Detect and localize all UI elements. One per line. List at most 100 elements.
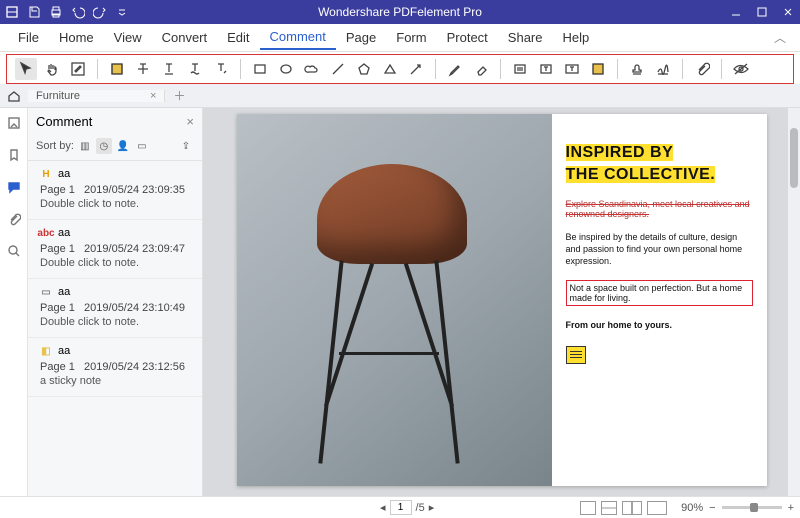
sort-type-icon[interactable]: ▭	[134, 138, 150, 154]
hide-annotations-icon[interactable]	[730, 58, 752, 80]
comment-list: HaaPage 1 2019/05/24 23:09:35Double clic…	[28, 161, 202, 496]
panel-title: Comment	[36, 114, 92, 129]
search-rail-icon[interactable]	[5, 242, 23, 260]
comment-item[interactable]: HaaPage 1 2019/05/24 23:09:35Double clic…	[28, 161, 202, 220]
select-tool-icon[interactable]	[15, 58, 37, 80]
stamp-icon[interactable]	[626, 58, 648, 80]
signature-icon[interactable]	[652, 58, 674, 80]
sort-author-icon[interactable]: 👤	[115, 138, 131, 154]
edit-annotation-icon[interactable]	[67, 58, 89, 80]
signature-line: From our home to yours.	[566, 320, 753, 330]
document-tab-label: Furniture	[36, 90, 80, 102]
sort-page-icon[interactable]: ▥	[77, 138, 93, 154]
continuous-view-icon[interactable]	[601, 501, 617, 515]
rectangle-annotation[interactable]: Not a space built on perfection. But a h…	[566, 280, 753, 306]
comment-ribbon	[6, 54, 794, 84]
export-comments-icon[interactable]: ⇪	[178, 138, 194, 154]
document-viewport[interactable]: INSPIRED BY THE COLLECTIVE. Explore Scan…	[203, 108, 800, 496]
two-page-view-icon[interactable]	[622, 501, 642, 515]
comment-text: Double click to note.	[40, 316, 194, 328]
sticky-note-icon[interactable]	[509, 58, 531, 80]
minimize-button[interactable]	[728, 4, 744, 20]
typewriter-icon[interactable]	[535, 58, 557, 80]
menu-help[interactable]: Help	[553, 26, 600, 49]
strikethrough-icon[interactable]	[132, 58, 154, 80]
save-icon[interactable]	[26, 4, 42, 20]
print-icon[interactable]	[48, 4, 64, 20]
titlebar: Wondershare PDFelement Pro	[0, 0, 800, 24]
underline-icon[interactable]	[158, 58, 180, 80]
page-number-input[interactable]	[390, 500, 412, 515]
textbox-icon[interactable]	[561, 58, 583, 80]
caret-icon[interactable]	[210, 58, 232, 80]
menu-comment[interactable]: Comment	[260, 25, 336, 50]
comment-time: 2019/05/24 23:12:56	[84, 361, 185, 373]
zoom-slider[interactable]	[722, 506, 782, 509]
bookmarks-rail-icon[interactable]	[5, 146, 23, 164]
menu-form[interactable]: Form	[386, 26, 436, 49]
ribbon-collapse-icon[interactable]: ︿	[768, 29, 792, 46]
menu-edit[interactable]: Edit	[217, 26, 259, 49]
cloud-shape-icon[interactable]	[301, 58, 323, 80]
panel-close-icon[interactable]: ×	[186, 114, 194, 129]
next-page-icon[interactable]: ▸	[429, 501, 435, 514]
strikethrough-annotation[interactable]: Explore Scandinavia, meet local creative…	[566, 199, 753, 219]
close-button[interactable]	[780, 4, 796, 20]
undo-icon[interactable]	[70, 4, 86, 20]
new-tab-icon[interactable]: ＋	[165, 87, 193, 104]
zoom-out-icon[interactable]: −	[709, 502, 715, 514]
comment-page: Page 1	[40, 184, 75, 196]
highlight-icon[interactable]	[106, 58, 128, 80]
pdf-page: INSPIRED BY THE COLLECTIVE. Explore Scan…	[237, 114, 767, 486]
menu-convert[interactable]: Convert	[152, 26, 218, 49]
comments-rail-icon[interactable]	[5, 178, 23, 196]
left-rail	[0, 108, 28, 496]
qat-dropdown-icon[interactable]	[114, 4, 130, 20]
eraser-icon[interactable]	[470, 58, 492, 80]
thumbnails-rail-icon[interactable]	[5, 114, 23, 132]
squiggly-icon[interactable]	[184, 58, 206, 80]
prev-page-icon[interactable]: ◂	[380, 501, 386, 514]
arrow-shape-icon[interactable]	[405, 58, 427, 80]
rectangle-shape-icon[interactable]	[249, 58, 271, 80]
sticky-note-annotation[interactable]	[566, 346, 586, 364]
two-page-continuous-icon[interactable]	[647, 501, 667, 515]
menu-home[interactable]: Home	[49, 26, 104, 49]
oval-shape-icon[interactable]	[275, 58, 297, 80]
zoom-slider-handle[interactable]	[750, 503, 758, 512]
comment-time: 2019/05/24 23:10:49	[84, 302, 185, 314]
comment-item[interactable]: abcaaPage 1 2019/05/24 23:09:47Double cl…	[28, 220, 202, 279]
comment-type-icon: abc	[40, 227, 52, 239]
page-navigator: ◂ /5 ▸	[380, 500, 434, 515]
menu-view[interactable]: View	[104, 26, 152, 49]
comment-item[interactable]: ◧aaPage 1 2019/05/24 23:12:56a sticky no…	[28, 338, 202, 397]
comment-page: Page 1	[40, 243, 75, 255]
attachments-rail-icon[interactable]	[5, 210, 23, 228]
connected-lines-icon[interactable]	[379, 58, 401, 80]
comment-item[interactable]: ▭aaPage 1 2019/05/24 23:10:49Double clic…	[28, 279, 202, 338]
vertical-scrollbar[interactable]	[788, 108, 800, 496]
home-icon[interactable]	[0, 89, 28, 103]
comment-page: Page 1	[40, 361, 75, 373]
statusbar: ◂ /5 ▸ 90% − +	[0, 496, 800, 518]
menu-file[interactable]: File	[8, 26, 49, 49]
area-highlight-icon[interactable]	[587, 58, 609, 80]
pencil-icon[interactable]	[444, 58, 466, 80]
scrollbar-thumb[interactable]	[790, 128, 798, 188]
hand-tool-icon[interactable]	[41, 58, 63, 80]
close-tab-icon[interactable]: ×	[150, 90, 156, 102]
single-page-view-icon[interactable]	[580, 501, 596, 515]
menu-page[interactable]: Page	[336, 26, 386, 49]
polygon-shape-icon[interactable]	[353, 58, 375, 80]
document-tab[interactable]: Furniture ×	[28, 90, 165, 102]
line-shape-icon[interactable]	[327, 58, 349, 80]
zoom-in-icon[interactable]: +	[788, 502, 794, 514]
redo-icon[interactable]	[92, 4, 108, 20]
maximize-button[interactable]	[754, 4, 770, 20]
headline-line1: INSPIRED BY	[566, 144, 674, 161]
sort-time-icon[interactable]: ◷	[96, 138, 112, 154]
menubar: File Home View Convert Edit Comment Page…	[0, 24, 800, 52]
menu-protect[interactable]: Protect	[437, 26, 498, 49]
attachment-icon[interactable]	[691, 58, 713, 80]
menu-share[interactable]: Share	[498, 26, 553, 49]
